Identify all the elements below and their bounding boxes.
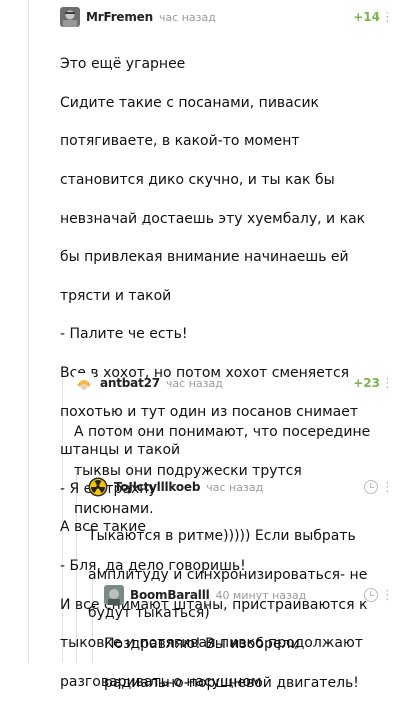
radiation-avatar-icon[interactable]	[88, 477, 108, 497]
comment-time[interactable]: час назад	[159, 11, 216, 24]
comment-time[interactable]: час назад	[206, 481, 263, 494]
more-options-icon[interactable]: ⋮	[381, 589, 394, 602]
thread-line-level-1	[28, 0, 29, 662]
comment-rating: +23	[353, 376, 380, 390]
avatar[interactable]	[104, 585, 124, 605]
more-options-icon[interactable]: ⋮	[381, 11, 394, 24]
comment-author[interactable]: BoomBaralll	[130, 588, 210, 602]
clock-icon	[364, 480, 378, 494]
comment-time[interactable]: 40 минут назад	[216, 589, 307, 602]
more-options-icon[interactable]: ⋮	[381, 377, 394, 390]
avatar[interactable]	[60, 7, 80, 27]
comment-text: Поздравляю! Вы изобрели радиально-поршне…	[104, 636, 359, 691]
comment-header: ToJlctylllkoeb час назад ⋮	[88, 476, 398, 498]
comment-author[interactable]: MrFremen	[86, 10, 153, 24]
comment-header: MrFremen час назад +14 ⋮	[60, 6, 398, 28]
comment-author[interactable]: antbat27	[100, 376, 160, 390]
avatar[interactable]	[74, 373, 94, 393]
comment-header: BoomBaralll 40 минут назад ⋮	[104, 584, 398, 606]
more-options-icon[interactable]: ⋮	[381, 481, 394, 494]
comment-rating: +14	[353, 10, 380, 24]
comment-author[interactable]: ToJlctylllkoeb	[114, 480, 200, 494]
comment-boombaralll: BoomBaralll 40 минут назад ⋮ Поздравляю!…	[104, 584, 398, 712]
clock-icon	[364, 588, 378, 602]
comment-header: antbat27 час назад +23 ⋮	[74, 372, 398, 394]
comment-time[interactable]: час назад	[166, 377, 223, 390]
